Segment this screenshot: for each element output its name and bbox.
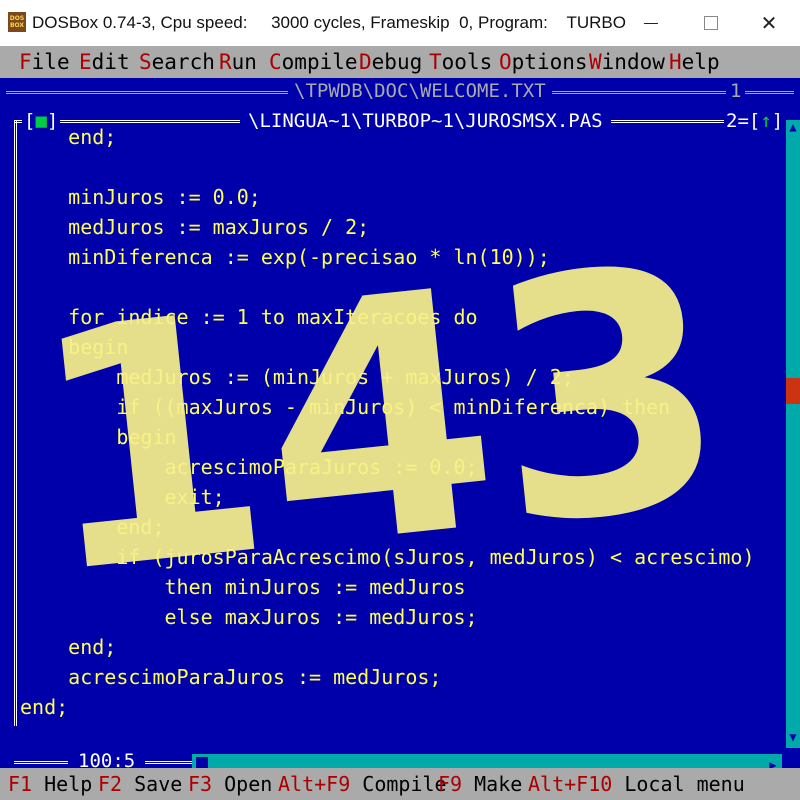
status-local-menu[interactable]: Alt+F10 Local menu xyxy=(528,768,745,800)
status-f2-save[interactable]: F2 Save xyxy=(98,768,182,800)
minimize-button[interactable] xyxy=(628,0,674,46)
code-line[interactable]: then minJuros := medJuros xyxy=(20,572,780,602)
code-line[interactable]: if ((maxJuros - minJuros) < minDiferenca… xyxy=(20,392,780,422)
code-line[interactable]: for indice := 1 to maxIteracoes do xyxy=(20,302,780,332)
scroll-up-arrow-icon[interactable]: ▲ xyxy=(786,120,800,138)
menu-edit[interactable]: Edit xyxy=(79,46,130,78)
scroll-down-arrow-icon[interactable]: ▼ xyxy=(786,730,800,748)
menu-debug[interactable]: Debug xyxy=(359,46,422,78)
background-window-title: \TPWDB\DOC\WELCOME.TXT xyxy=(288,80,552,102)
menu-search[interactable]: Search xyxy=(139,46,215,78)
code-line[interactable]: end; xyxy=(20,632,780,662)
vertical-scroll-thumb[interactable] xyxy=(786,378,800,404)
menu-bar: File Edit Search Run Compile Debug Tools… xyxy=(0,46,800,78)
close-button[interactable]: ✕ xyxy=(746,0,792,46)
window-title: DOSBox 0.74-3, Cpu speed: 3000 cycles, F… xyxy=(32,13,626,32)
code-line[interactable]: acrescimoParaJuros := medJuros; xyxy=(20,662,780,692)
menu-tools[interactable]: Tools xyxy=(429,46,492,78)
code-line[interactable]: acrescimoParaJuros := 0.0; xyxy=(20,452,780,482)
code-line[interactable]: if (jurosParaAcrescimo(sJuros, medJuros)… xyxy=(20,542,780,572)
code-line[interactable]: exit; xyxy=(20,482,780,512)
background-window-welcome[interactable]: \TPWDB\DOC\WELCOME.TXT 1 xyxy=(0,78,800,108)
code-line[interactable]: minDiferenca := exp(-precisao * ln(10)); xyxy=(20,242,780,272)
code-line[interactable]: medJuros := (minJuros + maxJuros) / 2; xyxy=(20,362,780,392)
dosbox-screen: File Edit Search Run Compile Debug Tools… xyxy=(0,46,800,800)
background-window-number: 1 xyxy=(726,80,746,102)
minimize-icon xyxy=(644,22,658,24)
menu-options[interactable]: Options xyxy=(499,46,588,78)
code-line[interactable]: begin xyxy=(20,332,780,362)
code-line[interactable]: medJuros := maxJuros / 2; xyxy=(20,212,780,242)
code-line[interactable]: end; xyxy=(20,692,780,722)
window-titlebar: DOS BOX DOSBox 0.74-3, Cpu speed: 3000 c… xyxy=(0,0,800,46)
code-line[interactable]: end; xyxy=(20,512,780,542)
menu-help[interactable]: Help xyxy=(669,46,720,78)
code-line[interactable] xyxy=(20,272,780,302)
dosbox-app-icon: DOS BOX xyxy=(8,12,26,32)
status-compile[interactable]: Alt+F9 Compile xyxy=(278,768,447,800)
code-line[interactable]: end; xyxy=(20,122,780,152)
code-editor[interactable]: end; minJuros := 0.0; medJuros := maxJur… xyxy=(20,122,780,742)
maximize-button[interactable] xyxy=(688,0,734,46)
close-icon: ✕ xyxy=(760,11,778,35)
editor-left-frame xyxy=(14,120,17,726)
status-f1-help[interactable]: F1 Help xyxy=(8,768,92,800)
code-line[interactable]: begin xyxy=(20,422,780,452)
menu-compile[interactable]: Compile xyxy=(269,46,358,78)
status-f9-make[interactable]: F9 Make xyxy=(438,768,522,800)
menu-run[interactable]: Run xyxy=(219,46,257,78)
menu-file[interactable]: File xyxy=(19,46,70,78)
code-line[interactable]: else maxJuros := medJuros; xyxy=(20,602,780,632)
status-bar: F1 Help F2 Save F3 Open Alt+F9 Compile F… xyxy=(0,768,800,800)
code-line[interactable] xyxy=(20,152,780,182)
code-line[interactable]: minJuros := 0.0; xyxy=(20,182,780,212)
menu-window[interactable]: Window xyxy=(589,46,665,78)
vertical-scrollbar[interactable]: ▲ ▼ xyxy=(786,120,800,748)
status-f3-open[interactable]: F3 Open xyxy=(188,768,272,800)
maximize-icon xyxy=(704,16,718,30)
